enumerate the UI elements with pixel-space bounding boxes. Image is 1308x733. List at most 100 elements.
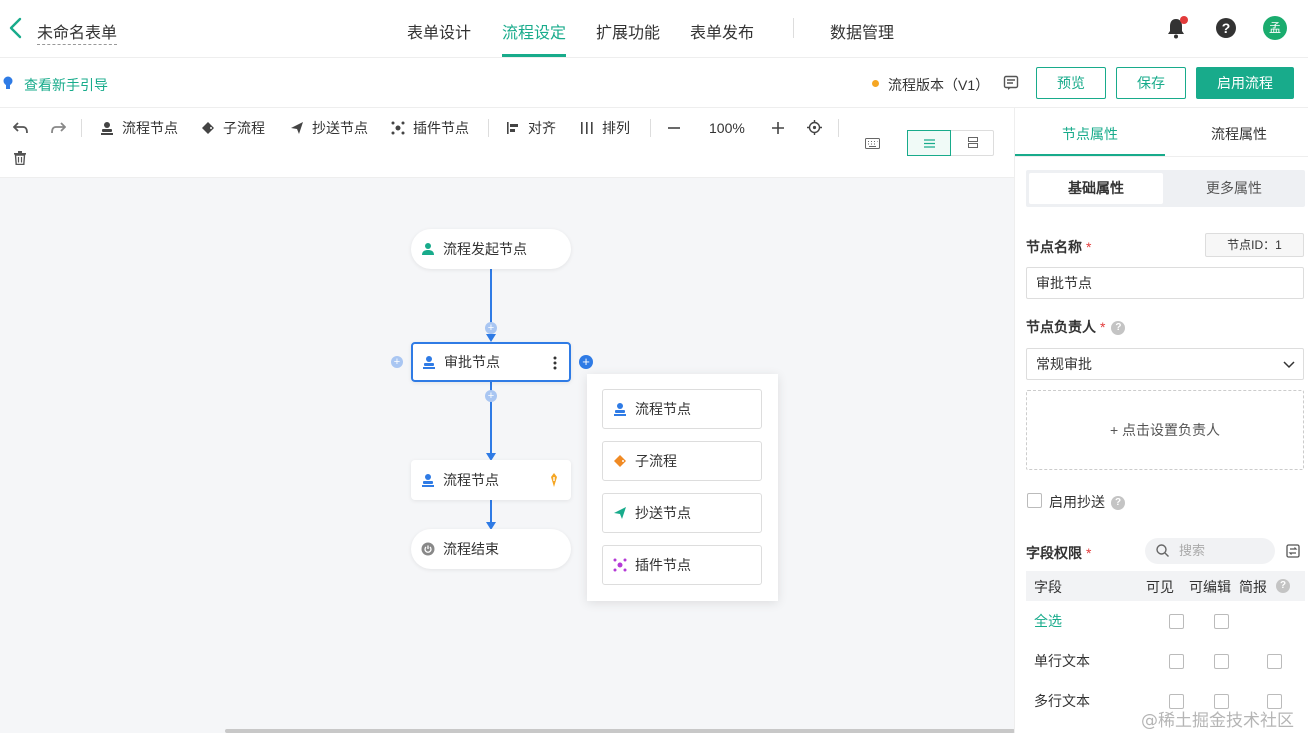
enable-cc-label-text: 启用抄送	[1049, 494, 1105, 510]
visible-checkbox[interactable]	[1169, 614, 1184, 629]
toolbar-align[interactable]: 对齐	[506, 120, 556, 136]
person-icon	[614, 403, 626, 416]
start-node-label: 流程发起节点	[443, 241, 527, 257]
start-node[interactable]: 流程发起节点	[411, 229, 571, 269]
toolbar-subflow-label: 子流程	[223, 120, 265, 136]
keyboard-icon[interactable]	[865, 138, 880, 149]
approval-person-icon	[423, 356, 435, 369]
end-node[interactable]: 流程结束	[411, 529, 571, 569]
header-editable: 可编辑	[1189, 579, 1231, 595]
properties-panel: 节点属性 流程属性 基础属性 更多属性 节点名称 * 节点ID：1 审批节点 节点…	[1014, 108, 1308, 733]
zoom-out-icon[interactable]	[667, 121, 681, 135]
set-owner-area[interactable]: + 点击设置负责人	[1026, 390, 1304, 470]
enable-flow-button[interactable]: 启用流程	[1196, 67, 1294, 99]
field-search-input[interactable]: 搜索	[1145, 538, 1275, 564]
owner-type-select[interactable]: 常规审批	[1026, 348, 1304, 380]
panel-tab-indicator	[1015, 154, 1165, 156]
tab-data-management[interactable]: 数据管理	[830, 19, 894, 43]
popup-subflow-label: 子流程	[635, 453, 677, 469]
card-icon	[968, 137, 978, 148]
view-toggle	[907, 130, 994, 156]
toolbar-arrange[interactable]: 排列	[580, 120, 630, 136]
enable-cc-checkbox[interactable]	[1027, 493, 1042, 508]
zoom-in-icon[interactable]	[771, 121, 785, 135]
flow-node[interactable]: 流程节点	[411, 460, 571, 500]
plugin-icon	[391, 121, 405, 135]
canvas-toolbar: 流程节点 子流程 抄送节点 插件节点 对齐 排列 100%	[0, 108, 1014, 178]
tab-flow-settings[interactable]: 流程设定	[502, 19, 566, 43]
preview-button[interactable]: 预览	[1036, 67, 1106, 99]
toolbar-cc-node[interactable]: 抄送节点	[290, 120, 368, 136]
field-permission-label-text: 字段权限	[1026, 545, 1082, 561]
horizontal-scrollbar[interactable]	[225, 729, 1015, 733]
toolbar-separator	[81, 119, 82, 137]
tab-flow-properties[interactable]: 流程属性	[1211, 124, 1267, 144]
toolbar-subflow[interactable]: 子流程	[201, 120, 265, 136]
locate-icon[interactable]	[807, 120, 822, 135]
node-name-input[interactable]: 审批节点	[1026, 267, 1304, 299]
approval-node[interactable]: 审批节点	[411, 342, 571, 382]
tab-form-publish[interactable]: 表单发布	[690, 19, 754, 43]
popup-subflow[interactable]: 子流程	[602, 441, 762, 481]
field-settings-icon[interactable]	[1286, 544, 1300, 558]
form-title[interactable]: 未命名表单	[37, 19, 118, 45]
segment-more[interactable]: 更多属性	[1167, 173, 1301, 204]
flow-person-icon	[422, 474, 434, 487]
popup-plugin-node[interactable]: 插件节点	[602, 545, 762, 585]
select-all-link[interactable]: 全选	[1034, 611, 1062, 631]
tab-node-properties[interactable]: 节点属性	[1062, 124, 1118, 144]
header-field: 字段	[1034, 579, 1062, 595]
list-icon	[924, 139, 935, 148]
add-node-right-dot[interactable]: +	[579, 355, 593, 369]
notification-dot	[1180, 16, 1188, 24]
editable-checkbox[interactable]	[1214, 654, 1229, 669]
field-permission-label: 字段权限 *	[1026, 543, 1091, 563]
popup-flow-node[interactable]: 流程节点	[602, 389, 762, 429]
help-circle-icon[interactable]: ?	[1276, 579, 1290, 593]
popup-cc-node[interactable]: 抄送节点	[602, 493, 762, 533]
list-view-button[interactable]	[907, 130, 951, 156]
guide-link[interactable]: 查看新手引导	[24, 75, 108, 95]
nav-divider	[793, 18, 794, 38]
diamond-icon	[614, 455, 626, 467]
help-icon[interactable]: ?	[1216, 18, 1236, 38]
more-vertical-icon[interactable]	[553, 356, 557, 370]
zoom-level: 100%	[709, 120, 745, 136]
enable-cc-label: 启用抄送?	[1049, 492, 1125, 512]
editable-checkbox[interactable]	[1214, 614, 1229, 629]
version-history-icon[interactable]	[1003, 75, 1019, 91]
toolbar-flow-node-label: 流程节点	[122, 120, 178, 136]
node-id-badge: 节点ID：1	[1205, 233, 1304, 257]
delete-icon[interactable]	[14, 151, 26, 165]
toolbar-plugin-node[interactable]: 插件节点	[391, 120, 469, 136]
visible-checkbox[interactable]	[1169, 654, 1184, 669]
toolbar-flow-node[interactable]: 流程节点	[100, 120, 178, 136]
toolbar-align-label: 对齐	[528, 120, 556, 136]
help-circle-icon[interactable]: ?	[1111, 496, 1125, 511]
avatar[interactable]: 孟	[1263, 16, 1287, 40]
search-placeholder: 搜索	[1179, 543, 1206, 558]
tab-extensions[interactable]: 扩展功能	[596, 19, 660, 43]
toolbar-arrange-label: 排列	[602, 120, 630, 136]
add-node-dot[interactable]: +	[485, 390, 497, 402]
save-button[interactable]: 保存	[1116, 67, 1186, 99]
field-name: 单行文本	[1034, 653, 1090, 669]
back-arrow-icon[interactable]	[6, 16, 26, 40]
flow-node-label: 流程节点	[443, 472, 499, 488]
add-node-left-dot[interactable]: +	[391, 356, 403, 368]
redo-icon[interactable]	[50, 121, 66, 135]
add-node-dot[interactable]: +	[485, 322, 497, 334]
tab-form-design[interactable]: 表单设计	[407, 19, 471, 43]
version-label[interactable]: 流程版本（V1）	[888, 75, 989, 95]
header-brief: 简报	[1239, 579, 1267, 595]
brief-checkbox[interactable]	[1267, 654, 1282, 669]
card-view-button[interactable]	[951, 130, 995, 156]
connector-line	[490, 269, 492, 327]
align-icon	[507, 122, 518, 134]
segment-basic[interactable]: 基础属性	[1029, 173, 1163, 204]
node-owner-label-text: 节点负责人	[1026, 319, 1096, 335]
help-circle-icon[interactable]: ?	[1111, 321, 1126, 336]
send-icon	[291, 122, 303, 134]
required-mark: *	[1086, 545, 1092, 561]
undo-icon[interactable]	[13, 121, 29, 135]
